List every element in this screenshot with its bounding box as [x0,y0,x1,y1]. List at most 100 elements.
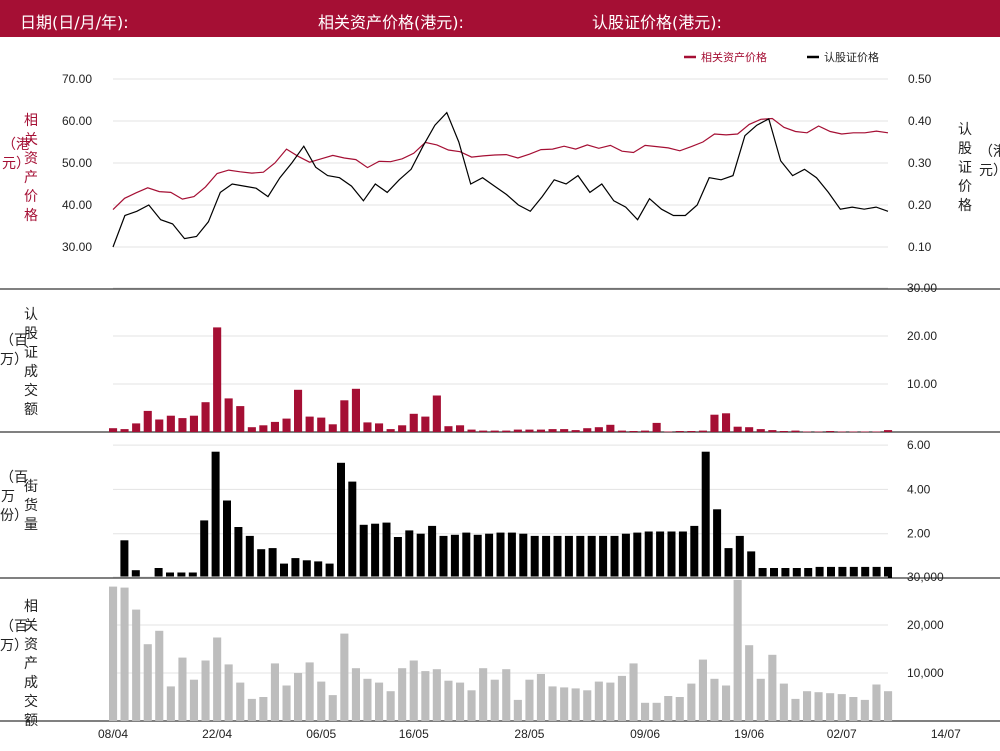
outstanding-bar [439,535,448,578]
outstanding-bar [450,534,459,578]
x-tick-label: 02/07 [827,727,857,741]
warrant-turnover-bar [270,421,279,432]
asset-turnover-bar [756,678,765,721]
warrant-turnover-bar [664,431,673,433]
warrant-turnover-bar [155,419,164,432]
asset-turnover-bar [525,679,534,721]
y-tick-label-left: 50.00 [62,156,92,170]
warrant-turnover-bar [247,427,256,432]
asset-turnover-bar [698,659,707,721]
warrant-turnover-bar [444,426,453,432]
warrant-turnover-bar [675,431,684,432]
warrant-turnover-bar [652,422,661,432]
outstanding-bar [211,451,220,578]
outstanding-bar [359,524,368,578]
outstanding-bar [348,481,357,578]
y-tick-label-right: 10.00 [907,377,937,391]
y-tick-label-right: 30,000 [907,570,944,584]
right-price-axis-unit: （港元） [979,144,1000,179]
asset-turnover-bar [710,678,719,721]
legend-label-warrant: 认股证价格 [824,50,879,64]
outstanding-bar [747,551,756,578]
warrant-turnover-bar [386,429,395,432]
asset-turnover-bar [398,668,407,721]
outstanding-bar [507,532,516,578]
left-price-axis-unit: （港元） [2,137,30,172]
outstanding-bar [713,509,722,578]
warrant-turnover-bar [756,429,765,432]
asset-turnover-bar [143,644,152,721]
outstanding-axis-unit: （百万份） [0,470,28,524]
y-tick-label-left: 40.00 [62,198,92,212]
warrant-turnover-bar [536,429,545,432]
warrant-turnover-bar [826,431,835,432]
outstanding-bar [314,561,323,578]
asset-turnover-bar [166,686,175,721]
warrant-turnover-bar [166,415,175,432]
warrant-turnover-bar [768,430,777,432]
outstanding-bar [667,531,676,578]
outstanding-bar [473,534,482,578]
outstanding-bar [485,533,494,578]
asset-turnover-bar [779,683,788,721]
asset-turnover-bar [132,609,141,721]
x-tick-label: 14/07 [931,727,961,741]
y-tick-label-right: 2.00 [907,527,931,541]
asset-turnover-bar [120,587,129,721]
warrant-turnover-bar [132,423,141,432]
asset-turnover-bar [456,682,465,721]
outstanding-bar [838,566,847,578]
warrant-turnover-bar [849,431,858,433]
outstanding-bar [553,535,562,578]
warrant-turnover-bar [363,422,372,432]
asset-turnover-bar [213,637,222,721]
outstanding-bar [599,535,608,578]
asset-turnover-bar [860,699,869,721]
outstanding-bar [621,533,630,578]
outstanding-bar [291,558,300,578]
y-tick-label-left: 60.00 [62,114,92,128]
warrant-turnover-bar [791,430,800,432]
outstanding-bar [302,560,311,578]
outstanding-bar [280,563,288,578]
outstanding-bar [701,451,710,578]
asset-turnover-bar [641,702,650,721]
asset-turnover-bar [224,664,233,721]
asset-turnover-bar [617,675,626,721]
asset-turnover-axis-unit: （百万） [0,619,28,654]
outstanding-bar [462,532,471,578]
legend-label-asset: 相关资产价格 [701,50,767,64]
warrant-turnover-bar [779,431,788,432]
y-tick-label-right: 10,000 [907,666,944,680]
warrant-turnover-bar [467,429,476,432]
asset-turnover-bar [664,696,673,721]
warrant-turnover-bar [629,431,638,432]
warrant-turnover-bar [687,431,696,432]
x-tick-label: 06/05 [306,727,336,741]
outstanding-bar [257,549,266,578]
warrant-turnover-bar [571,430,580,432]
asset-turnover-bar [467,690,476,721]
asset-turnover-bar [259,697,268,721]
asset-turnover-bar [305,662,314,721]
x-tick-label: 22/04 [202,727,232,741]
warrant-turnover-bar [143,410,152,432]
asset-turnover-bar [814,692,823,721]
outstanding-bar [268,548,277,578]
asset-turnover-bar [733,579,742,721]
warrant-turnover-bar [120,429,129,432]
outstanding-bar [724,548,733,578]
warrant-turnover-bar [109,428,118,432]
warrant-turnover-bar [479,430,488,432]
asset-turnover-bar [629,663,638,721]
outstanding-bar [610,535,619,578]
asset-turnover-bar [722,685,731,721]
y-tick-label-right: 30.00 [907,281,937,295]
outstanding-bar [644,531,653,578]
right-price-axis-label: 认股证价格 [958,122,972,214]
outstanding-bar [861,566,870,578]
warrant-turnover-bar [837,431,846,433]
outstanding-bar [393,537,402,578]
asset-turnover-bar [548,686,557,721]
outstanding-bar [884,566,892,578]
